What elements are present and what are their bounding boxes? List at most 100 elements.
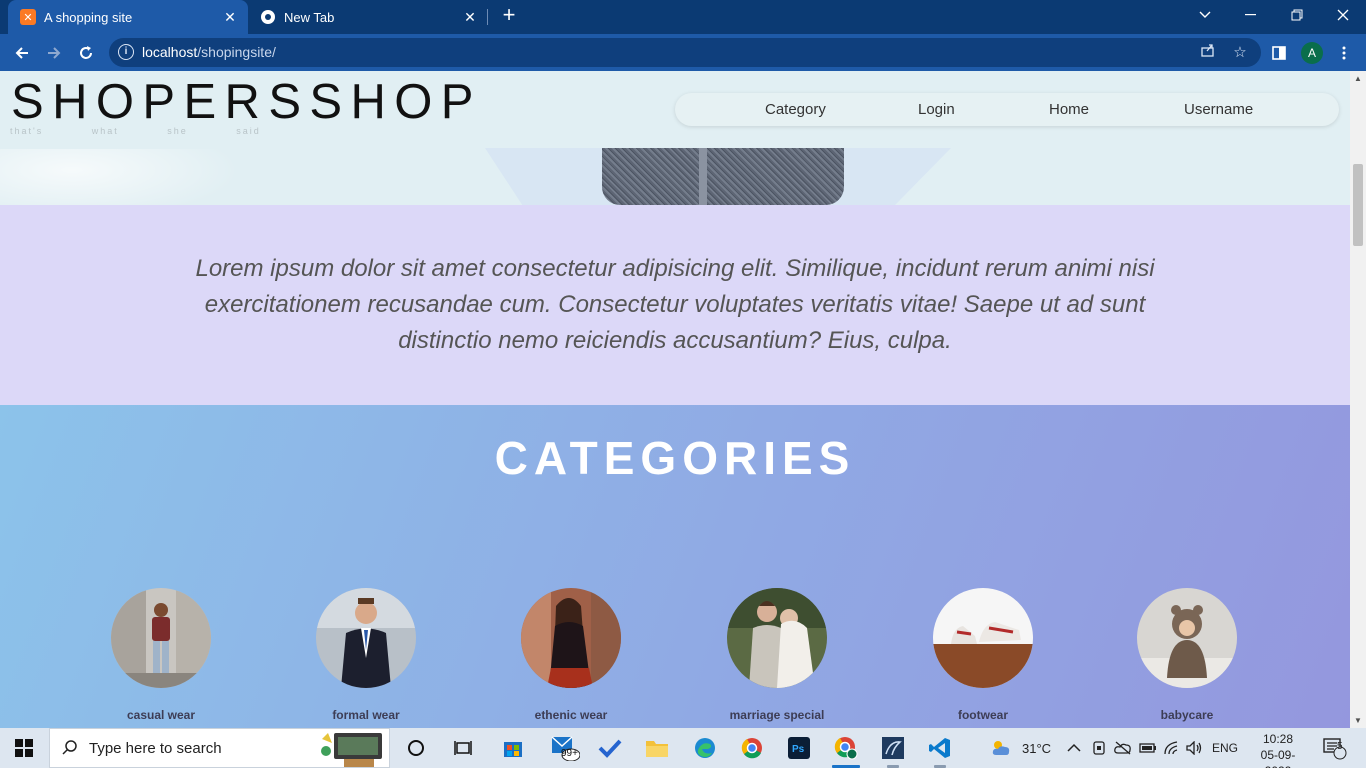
file-explorer-icon[interactable] (637, 732, 677, 764)
clock-time: 10:28 (1262, 732, 1294, 746)
wifi-icon[interactable] (1163, 728, 1181, 768)
windows-start-icon[interactable] (0, 728, 48, 768)
system-clock[interactable]: 10:28 05-09-2022 (1248, 731, 1308, 768)
task-view-icon[interactable] (443, 732, 483, 764)
volume-icon[interactable] (1186, 728, 1204, 768)
url-path: /shopingsite/ (197, 44, 276, 60)
mail-icon[interactable]: 99+ (545, 732, 585, 764)
close-tab-icon[interactable]: ✕ (220, 7, 240, 27)
chrome-taskbar-icon[interactable] (732, 732, 772, 764)
category-ethnic-wear[interactable]: ethenic wear (481, 588, 661, 722)
scroll-down-icon[interactable]: ▼ (1354, 716, 1362, 725)
meet-now-icon[interactable] (1091, 728, 1107, 768)
scroll-up-icon[interactable]: ▲ (1354, 74, 1362, 83)
weather-temperature: 31°C (1022, 740, 1052, 756)
share-icon[interactable] (1197, 42, 1219, 64)
windows-taskbar: Type here to search 99+ Ps 31°C ENG 10:2… (0, 728, 1366, 768)
category-label[interactable]: babycare (1097, 708, 1277, 722)
category-image[interactable] (1137, 588, 1237, 688)
tab-title: New Tab (284, 9, 335, 25)
categories-heading: CATEGORIES (494, 432, 856, 484)
category-babycare[interactable]: babycare (1097, 588, 1277, 722)
site-logo[interactable]: SHOPERSSHOP (11, 77, 482, 127)
category-image[interactable] (521, 588, 621, 688)
chrome-profile-icon[interactable] (826, 732, 866, 768)
url-text[interactable]: localhost/shopingsite/ (142, 44, 276, 60)
scrollbar-thumb[interactable] (1353, 164, 1363, 246)
vscode-icon[interactable] (920, 732, 960, 768)
page-scrollbar[interactable]: ▲ ▼ (1350, 71, 1366, 728)
tab-title: A shopping site (44, 9, 133, 25)
more-menu-icon[interactable] (1331, 40, 1357, 66)
bookmark-star-icon[interactable]: ☆ (1229, 42, 1251, 64)
search-icon (62, 739, 78, 760)
browser-tab-bar: ✕ A shopping site ✕ New Tab ✕ + (0, 0, 1366, 34)
weather-widget[interactable]: 31°C (990, 728, 1051, 768)
intro-quote-section: Lorem ipsum dolor sit amet consectetur a… (0, 205, 1350, 405)
chrome-icon (260, 9, 276, 25)
intro-quote-text: Lorem ipsum dolor sit amet consectetur a… (195, 255, 1155, 354)
taskbar-search-box[interactable]: Type here to search (49, 728, 390, 768)
xampp-icon: ✕ (20, 9, 36, 25)
svg-text:Ps: Ps (792, 744, 805, 755)
category-image[interactable] (727, 588, 827, 688)
restore-icon[interactable] (1274, 0, 1320, 30)
search-highlight-icon (314, 729, 389, 768)
category-image[interactable] (111, 588, 211, 688)
profile-avatar[interactable]: A (1301, 42, 1323, 64)
url-host: localhost (142, 44, 198, 60)
categories-section: CATEGORIES casual wear formal wear ethen… (0, 405, 1350, 728)
nav-home[interactable]: Home (1049, 101, 1089, 118)
nav-category[interactable]: Category (765, 101, 826, 118)
cortana-icon[interactable] (396, 732, 436, 764)
category-label[interactable]: marriage special (687, 708, 867, 722)
clock-date: 05-09-2022 (1260, 748, 1296, 768)
back-arrow-icon[interactable] (9, 40, 35, 66)
close-tab-icon[interactable]: ✕ (460, 7, 480, 27)
sql-server-icon[interactable] (873, 732, 913, 768)
category-image[interactable] (933, 588, 1033, 688)
hero-product-image (602, 148, 844, 205)
category-formal-wear[interactable]: formal wear (276, 588, 456, 722)
battery-icon[interactable] (1139, 728, 1157, 768)
side-panel-icon[interactable] (1266, 40, 1292, 66)
category-label[interactable]: ethenic wear (481, 708, 661, 722)
todo-icon[interactable] (590, 732, 630, 764)
category-label[interactable]: formal wear (276, 708, 456, 722)
reload-icon[interactable] (73, 40, 99, 66)
nav-login[interactable]: Login (918, 101, 955, 118)
category-label[interactable]: footwear (893, 708, 1073, 722)
browser-toolbar: i localhost/shopingsite/ ☆ A (0, 34, 1366, 71)
tab-new-tab[interactable]: New Tab ✕ (248, 0, 488, 34)
new-tab-icon[interactable]: + (498, 4, 520, 27)
mail-badge: 99+ (561, 748, 578, 759)
show-hidden-icons[interactable] (1067, 728, 1081, 768)
language-label: ENG (1212, 741, 1239, 755)
minimize-icon[interactable] (1228, 0, 1274, 30)
nav-username[interactable]: Username (1184, 101, 1253, 118)
close-window-icon[interactable] (1320, 0, 1366, 30)
site-tagline: that's what she said (10, 126, 261, 136)
input-language[interactable]: ENG (1212, 728, 1238, 768)
tab-separator (487, 9, 488, 25)
hero-banner: SHOPERSSHOP that's what she said Categor… (0, 71, 1350, 219)
photoshop-icon[interactable]: Ps (779, 732, 819, 764)
page-viewport: SHOPERSSHOP that's what she said Categor… (0, 71, 1366, 728)
search-placeholder: Type here to search (89, 740, 222, 757)
category-marriage-special[interactable]: marriage special (687, 588, 867, 722)
notification-count: 5 (1337, 741, 1343, 752)
site-info-icon[interactable]: i (118, 44, 134, 60)
category-casual-wear[interactable]: casual wear (71, 588, 251, 722)
tab-shopping-site[interactable]: ✕ A shopping site ✕ (8, 0, 248, 34)
microsoft-store-icon[interactable] (493, 732, 533, 764)
category-footwear[interactable]: footwear (893, 588, 1073, 722)
onedrive-offline-icon[interactable] (1114, 728, 1132, 768)
forward-arrow-icon[interactable] (41, 40, 67, 66)
edge-icon[interactable] (685, 732, 725, 764)
category-label[interactable]: casual wear (71, 708, 251, 722)
category-image[interactable] (316, 588, 416, 688)
tab-search-icon[interactable] (1182, 0, 1228, 30)
notification-center-icon[interactable]: 5 (1322, 728, 1348, 768)
address-bar[interactable]: i localhost/shopingsite/ ☆ (109, 38, 1261, 67)
main-nav: Category Login Home Username (675, 93, 1339, 126)
